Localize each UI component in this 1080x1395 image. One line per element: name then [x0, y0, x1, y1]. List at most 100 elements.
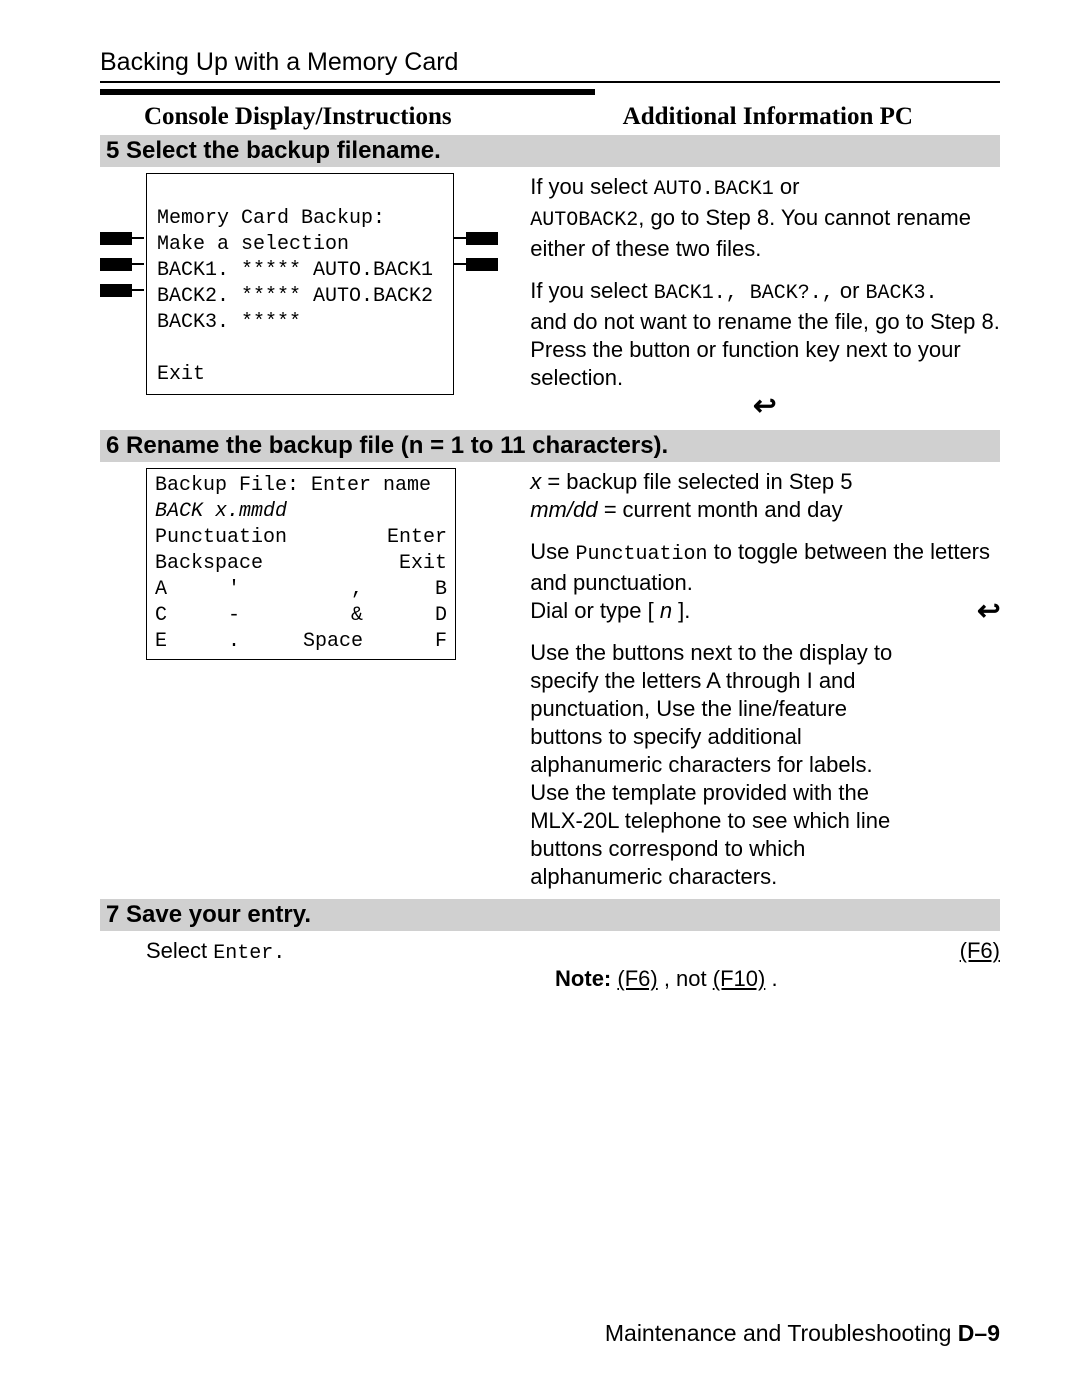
footer-text: Maintenance and Troubleshooting	[605, 1320, 958, 1346]
info-para: Dial or type [ n ]. ↪	[530, 597, 1000, 625]
t: and do not want to rename the file, go t…	[530, 309, 1000, 334]
step7-bar: 7 Save your entry.	[100, 899, 1000, 931]
step5-row: Memory Card Backup: Make a selection BAC…	[100, 173, 1000, 422]
column-headers: Console Display/Instructions Additional …	[100, 103, 1000, 131]
t: or	[834, 278, 866, 303]
rule-thick	[100, 89, 595, 95]
note-label: Note:	[555, 966, 611, 991]
t: D	[397, 603, 447, 629]
step7-row: Select Enter. (F6) Note: (F6) , not (F10…	[100, 937, 1000, 993]
console-line: Exit	[157, 363, 205, 386]
t: ,	[283, 577, 363, 603]
step7-info: (F6) Note: (F6) , not (F10) .	[525, 937, 1000, 993]
console-line: BACK2. ***** AUTO.BACK2	[157, 285, 433, 308]
arrow-row: ↪	[530, 392, 1000, 422]
t: If you select	[530, 174, 654, 199]
rename-console: Backup File: Enter name BACK x.mmdd Punc…	[146, 468, 456, 660]
key-row: Backspace Exit	[155, 551, 447, 577]
step6-left: Backup File: Enter name BACK x.mmdd Punc…	[100, 468, 500, 660]
t: B	[397, 577, 447, 603]
key-row: C - & D	[155, 603, 447, 629]
console-line: BACK1. ***** AUTO.BACK1	[157, 259, 433, 282]
t: , not	[658, 966, 713, 991]
t: Exit	[399, 551, 447, 577]
t: Space	[283, 629, 363, 655]
marker-icon	[454, 225, 500, 251]
mono-text: Enter.	[213, 942, 285, 965]
mono-text: AUTO.BACK1	[654, 178, 774, 201]
curved-arrow-icon: ↪	[753, 392, 776, 420]
t: n	[660, 598, 672, 623]
t: Press the button or function key next to…	[530, 337, 960, 390]
key-row: E . Space F	[155, 629, 447, 655]
fkey-label: (F6)	[617, 966, 657, 991]
t: -	[219, 603, 249, 629]
t: '	[219, 577, 249, 603]
t: mm/dd =	[530, 497, 616, 522]
marker-icon	[454, 251, 500, 277]
console-line: Backup File: Enter name	[155, 473, 447, 499]
mono-text: AUTOBACK2	[530, 209, 638, 232]
note-line: Note: (F6) , not (F10) .	[555, 965, 1000, 993]
running-head: Backing Up with a Memory Card	[100, 48, 1000, 77]
t: ].	[672, 598, 690, 623]
t: Punctuation	[155, 525, 287, 551]
col-header-left: Console Display/Instructions	[100, 103, 496, 131]
console-line: Make a selection	[157, 233, 349, 256]
step6-info: x = backup file selected in Step 5 mm/dd…	[500, 468, 1000, 891]
info-para: Use Punctuation to toggle between the le…	[530, 538, 1000, 597]
console-wrap: Memory Card Backup: Make a selection BAC…	[100, 173, 500, 395]
step5-bar: 5 Select the backup filename.	[100, 135, 1000, 167]
t: Backspace	[155, 551, 263, 577]
t: .	[219, 629, 249, 655]
col-header-right: Additional Information PC	[496, 103, 1000, 131]
t: = backup file selected in Step 5	[541, 469, 852, 494]
console-line: Memory Card Backup:	[157, 207, 385, 230]
marker-icon	[100, 225, 146, 251]
t: current month and day	[616, 497, 842, 522]
t: Use	[530, 539, 575, 564]
mono-text: BACK3.	[866, 282, 938, 305]
running-head-text: Backing Up with a Memory Card	[100, 48, 458, 76]
t: .	[765, 966, 777, 991]
t: F	[397, 629, 447, 655]
t: C	[155, 603, 185, 629]
equation-line: mm/dd = current month and day	[530, 496, 1000, 524]
step6-bar: 6 Rename the backup file (n = 1 to 11 ch…	[100, 430, 1000, 462]
console-line: BACK x.mmdd	[155, 499, 447, 525]
info-para: Press the button or function key next to…	[530, 336, 1000, 392]
info-para: If you select AUTO.BACK1 or AUTOBACK2, g…	[530, 173, 1000, 263]
t: &	[283, 603, 363, 629]
step7-left: Select Enter.	[100, 937, 525, 968]
fkey-label: (F10)	[713, 966, 766, 991]
equation-line: x = backup file selected in Step 5	[530, 468, 1000, 496]
t: x	[530, 469, 541, 494]
t: or	[774, 174, 800, 199]
step5-info: If you select AUTO.BACK1 or AUTOBACK2, g…	[500, 173, 1000, 422]
key-row: A ' , B	[155, 577, 447, 603]
t: A	[155, 577, 185, 603]
curved-arrow-icon: ↪	[977, 597, 1000, 625]
page-footer: Maintenance and Troubleshooting D–9	[605, 1320, 1000, 1347]
step5-left: Memory Card Backup: Make a selection BAC…	[100, 173, 500, 395]
key-row: Punctuation Enter	[155, 525, 447, 551]
t: If you select	[530, 278, 654, 303]
step6-row: Backup File: Enter name BACK x.mmdd Punc…	[100, 468, 1000, 891]
t: Enter	[387, 525, 447, 551]
page-number: D–9	[958, 1320, 1000, 1346]
info-para: Use the buttons next to the display to s…	[530, 639, 910, 891]
marker-icon	[100, 277, 146, 303]
console-display: Memory Card Backup: Make a selection BAC…	[146, 173, 454, 395]
t: E	[155, 629, 185, 655]
info-para: If you select BACK1., BACK?., or BACK3. …	[530, 277, 1000, 336]
t: Select	[146, 938, 213, 963]
right-markers	[454, 173, 500, 395]
rule-thin-top	[100, 81, 1000, 83]
console-line: BACK3. *****	[157, 311, 301, 334]
mono-text: BACK1., BACK?.,	[654, 282, 834, 305]
t: Dial or type [	[530, 598, 660, 623]
fkey-label: (F6)	[960, 937, 1000, 965]
mono-text: Punctuation	[575, 543, 707, 566]
left-markers	[100, 173, 146, 395]
marker-icon	[100, 251, 146, 277]
